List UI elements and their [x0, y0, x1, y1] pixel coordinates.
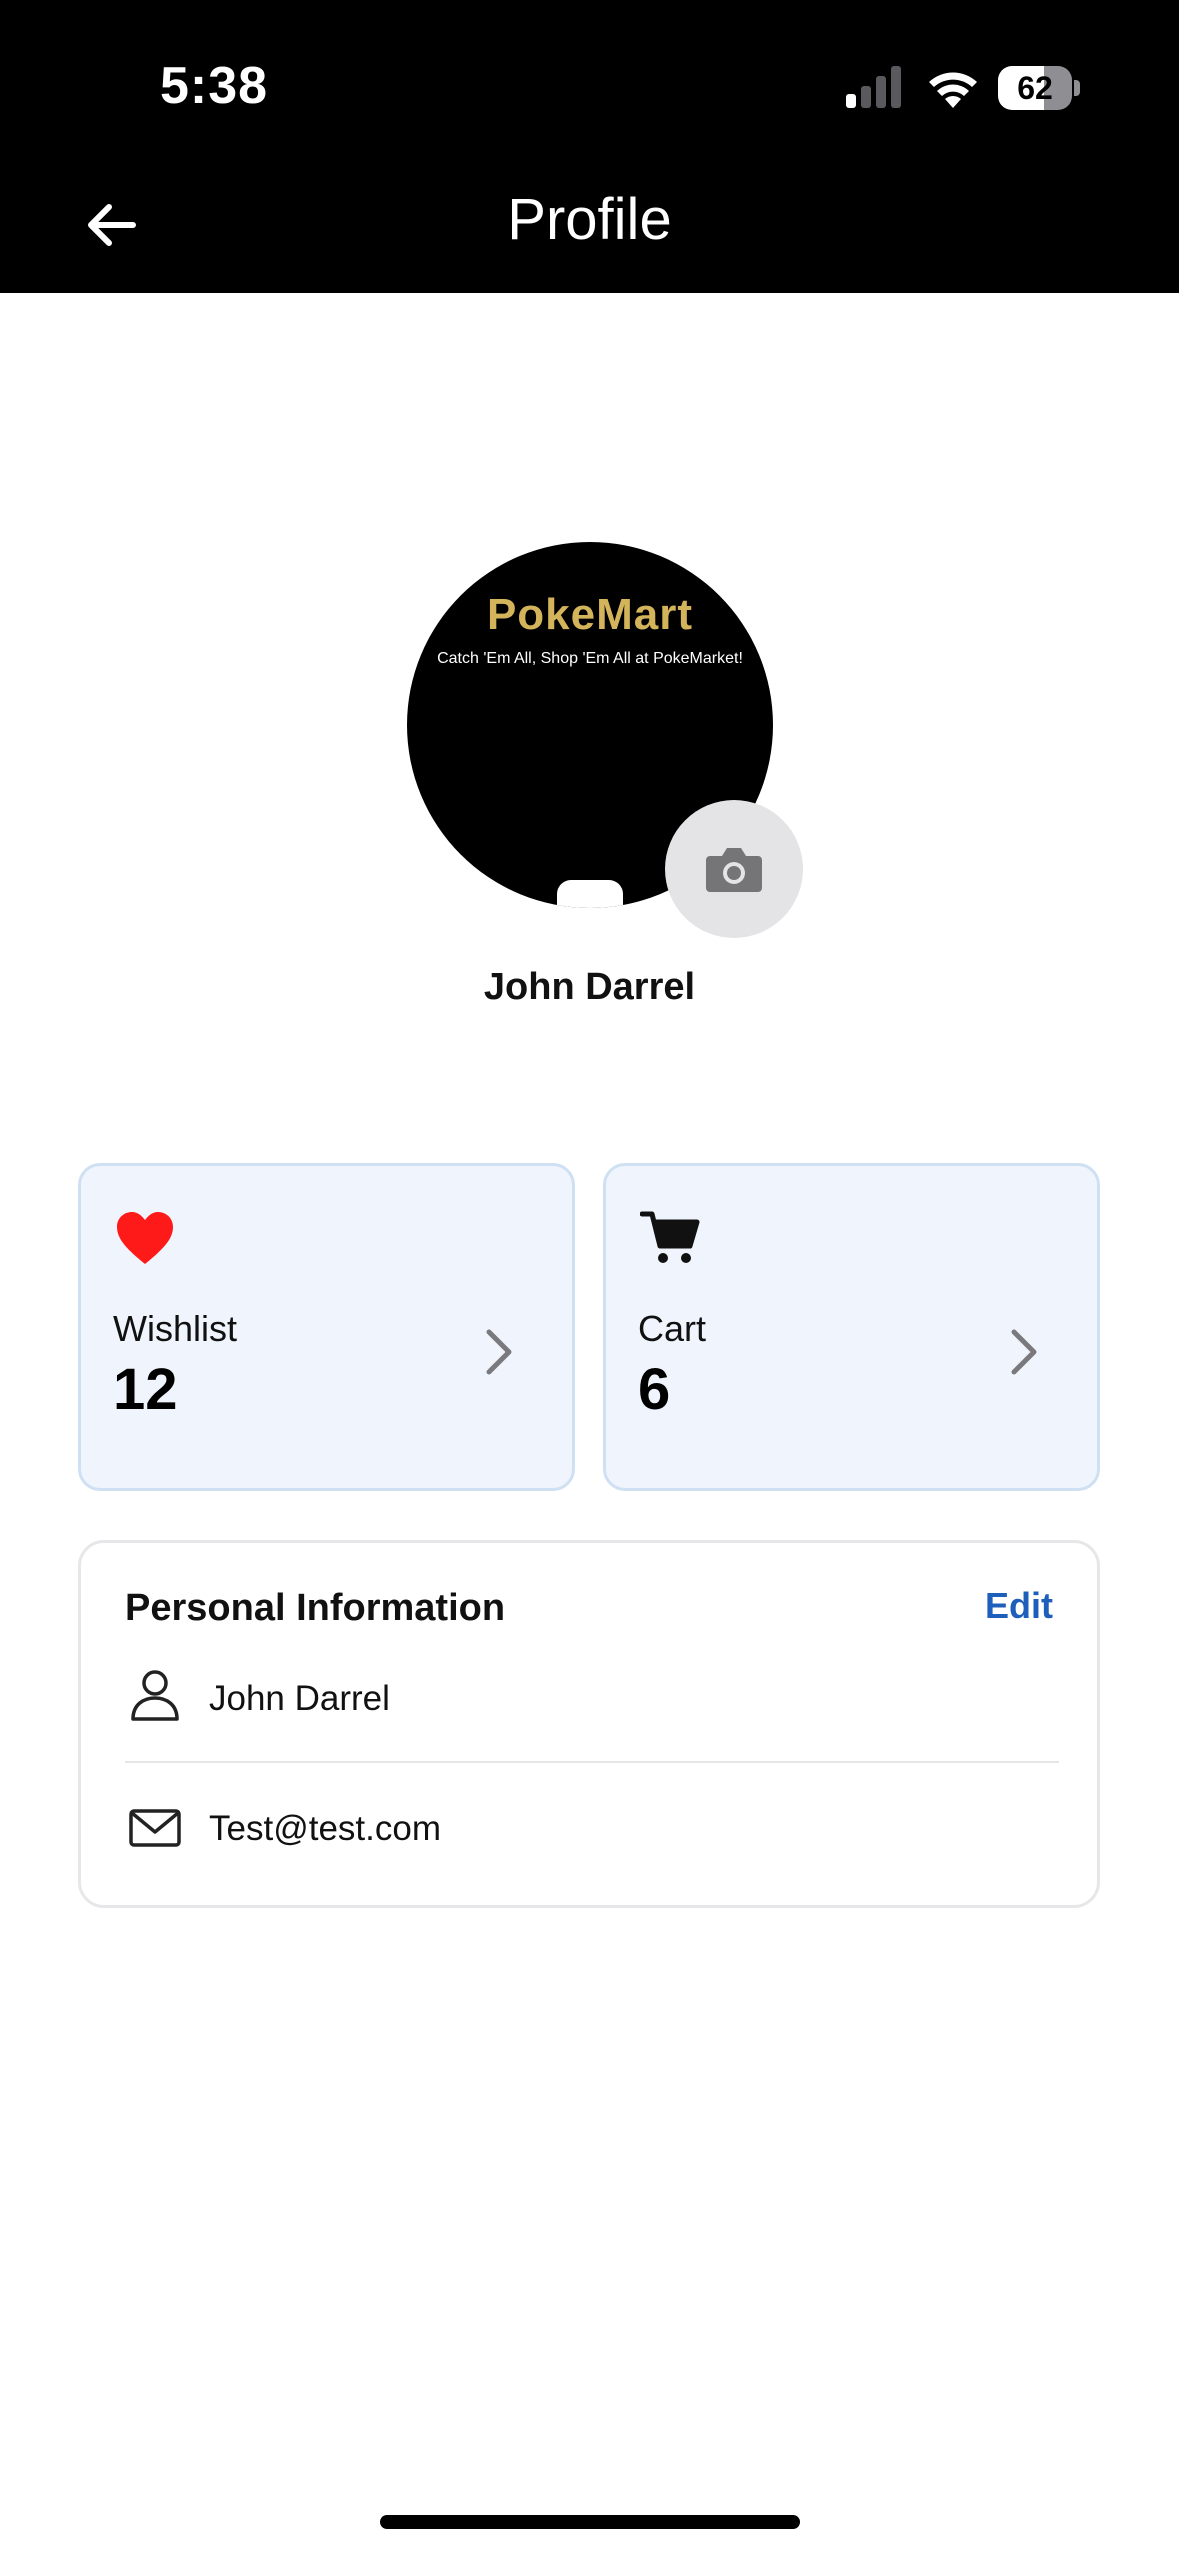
chevron-right-icon [486, 1329, 512, 1375]
change-photo-button[interactable] [665, 800, 803, 938]
profile-user-name: John Darrel [483, 966, 696, 1008]
avatar-brand-name: PokeMart [486, 590, 694, 639]
cart-label: Cart [638, 1308, 707, 1349]
cart-count: 6 [638, 1357, 671, 1422]
battery-icon: 62 [998, 66, 1080, 110]
top-app-bar: 5:38 62 Profile [0, 0, 1179, 293]
chevron-right-icon [1011, 1329, 1037, 1375]
info-name-value: John Darrel [209, 1679, 390, 1718]
heart-icon [117, 1212, 173, 1264]
mail-icon [129, 1809, 181, 1847]
avatar-graphic [557, 880, 623, 908]
personal-info-title: Personal Information [125, 1587, 506, 1629]
wifi-icon [929, 72, 977, 108]
wishlist-count: 12 [113, 1357, 178, 1422]
status-time: 5:38 [160, 57, 269, 115]
edit-button[interactable]: Edit [985, 1585, 1053, 1627]
wishlist-card[interactable]: Wishlist 12 [78, 1163, 575, 1491]
signal-icon [846, 66, 901, 108]
divider [125, 1761, 1059, 1763]
info-email-value: Test@test.com [209, 1809, 441, 1848]
page-title: Profile [507, 187, 672, 252]
cart-card[interactable]: Cart 6 [603, 1163, 1100, 1491]
person-icon [131, 1670, 179, 1721]
cart-icon [640, 1211, 700, 1263]
avatar-tagline: Catch 'Em All, Shop 'Em All at PokeMarke… [437, 650, 743, 667]
wishlist-label: Wishlist [113, 1308, 237, 1349]
camera-icon [706, 848, 762, 892]
battery-level: 62 [1017, 70, 1053, 106]
home-indicator [380, 2515, 800, 2529]
personal-info-card: Personal Information Edit John Darrel Te… [78, 1540, 1100, 1908]
